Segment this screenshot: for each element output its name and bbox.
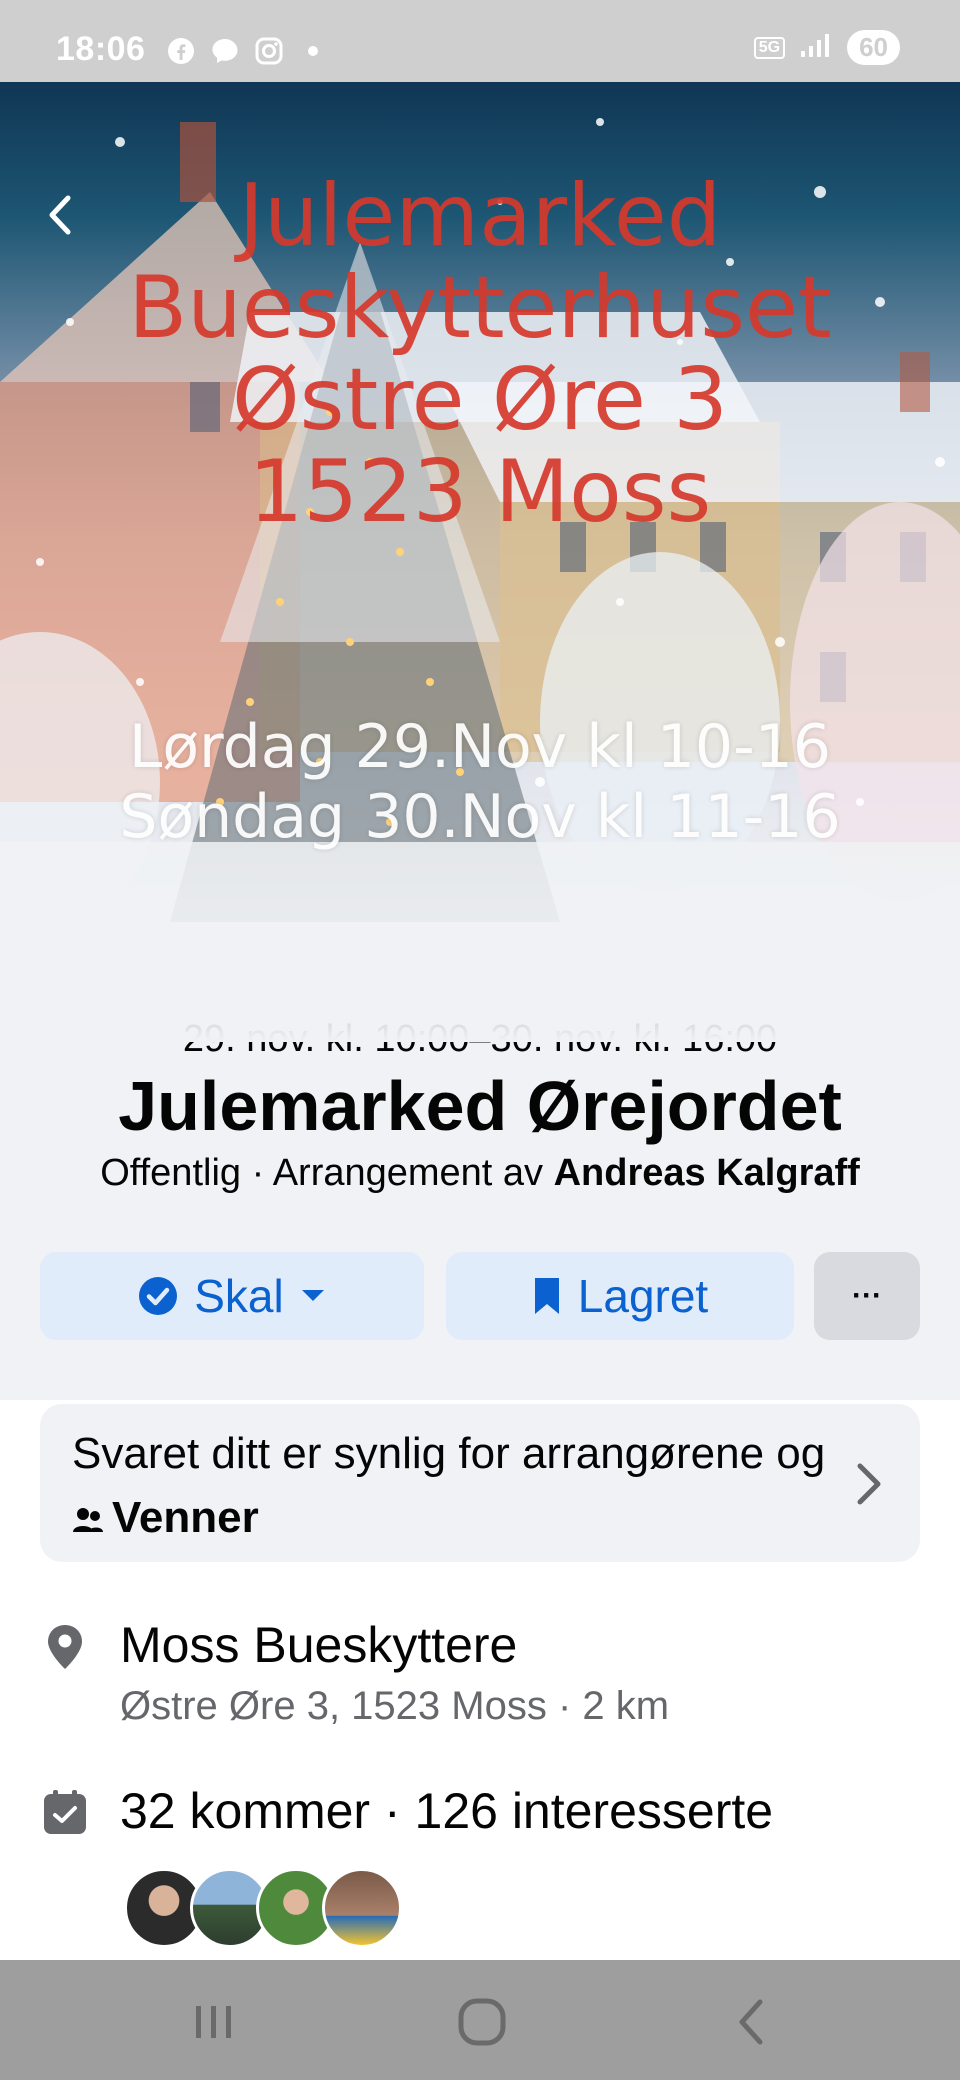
system-navigation-bar — [0, 1960, 960, 2080]
back-nav-icon[interactable] — [722, 1994, 782, 2050]
location-name: Moss Bueskyttere — [120, 1617, 518, 1673]
response-visibility-card[interactable]: Svaret ditt er synlig for arrangørene og… — [40, 1404, 920, 1562]
event-organizer-link[interactable]: Andreas Kalgraff — [554, 1152, 860, 1194]
attendance-row[interactable]: 32 kommer · 126 interesserte — [40, 1782, 920, 1852]
friends-icon — [73, 1508, 103, 1532]
battery-icon: 60 — [847, 30, 900, 65]
location-address: Østre Øre 3, 1523 Moss · 2 km — [120, 1684, 670, 1728]
avatar[interactable] — [322, 1868, 402, 1948]
poster-title-line-3: Østre Øre 3 — [231, 350, 729, 450]
attendance-summary: 32 kommer · 126 interesserte — [120, 1783, 774, 1839]
poster-title-line-1: Julemarked — [238, 166, 722, 266]
calendar-check-icon — [44, 1790, 86, 1834]
saved-button-label: Lagret — [577, 1270, 709, 1322]
location-pin-icon — [48, 1625, 82, 1669]
signal-icon — [799, 31, 833, 64]
network-5g-icon: 5G — [753, 36, 786, 59]
more-dots-icon: ··· — [852, 1279, 882, 1312]
recent-apps-icon[interactable] — [184, 1994, 244, 2050]
status-time: 18:06 — [56, 30, 146, 68]
status-system-icons: 5G 60 — [753, 30, 900, 65]
more-options-button[interactable]: ··· — [814, 1252, 920, 1340]
visibility-audience: Venner — [112, 1493, 259, 1542]
instagram-icon — [254, 36, 284, 66]
status-notification-icons — [166, 36, 318, 66]
poster-title-line-2: Bueskytterhuset — [128, 258, 832, 358]
going-button-label: Skal — [194, 1270, 284, 1322]
event-meta: Offentlig · Arrangement av Andreas Kalgr… — [0, 1152, 960, 1195]
saved-button[interactable]: Lagret — [446, 1252, 794, 1340]
chevron-right-icon — [857, 1463, 881, 1505]
event-header: 29. nov. kl. 10:00–30. nov. kl. 16:00 Ju… — [0, 1000, 960, 1400]
poster-date-line-1: Lørdag 29.Nov kl 10-16 — [128, 712, 832, 782]
notification-dot-icon — [308, 46, 318, 56]
poster-title-line-4: 1523 Moss — [248, 442, 712, 542]
visibility-text-prefix: Svaret ditt er synlig for arrangørene og — [72, 1429, 826, 1478]
going-button[interactable]: Skal — [40, 1252, 424, 1340]
facebook-icon — [166, 36, 196, 66]
visibility-text: Svaret ditt er synlig for arrangørene og… — [72, 1422, 832, 1550]
event-visibility-text: Offentlig · Arrangement av — [100, 1152, 554, 1194]
cover-fade — [0, 842, 960, 1042]
event-title: Julemarked Ørejordet — [118, 1067, 842, 1145]
location-row[interactable]: Moss Bueskyttere Østre Øre 3, 1523 Moss … — [40, 1616, 920, 1746]
event-cover-image[interactable]: Julemarked Bueskytterhuset Østre Øre 3 1… — [0, 82, 960, 1042]
messenger-icon — [210, 36, 240, 66]
status-bar: 18:06 5G 60 — [0, 0, 960, 82]
home-icon[interactable] — [452, 1994, 512, 2050]
check-circle-icon — [139, 1277, 178, 1315]
bookmark-icon — [534, 1278, 559, 1314]
caret-down-icon — [301, 1290, 324, 1301]
back-button[interactable] — [36, 190, 86, 240]
chevron-left-icon — [49, 195, 71, 235]
poster-dates: Lørdag 29.Nov kl 10-16 Søndag 30.Nov kl … — [0, 712, 960, 852]
